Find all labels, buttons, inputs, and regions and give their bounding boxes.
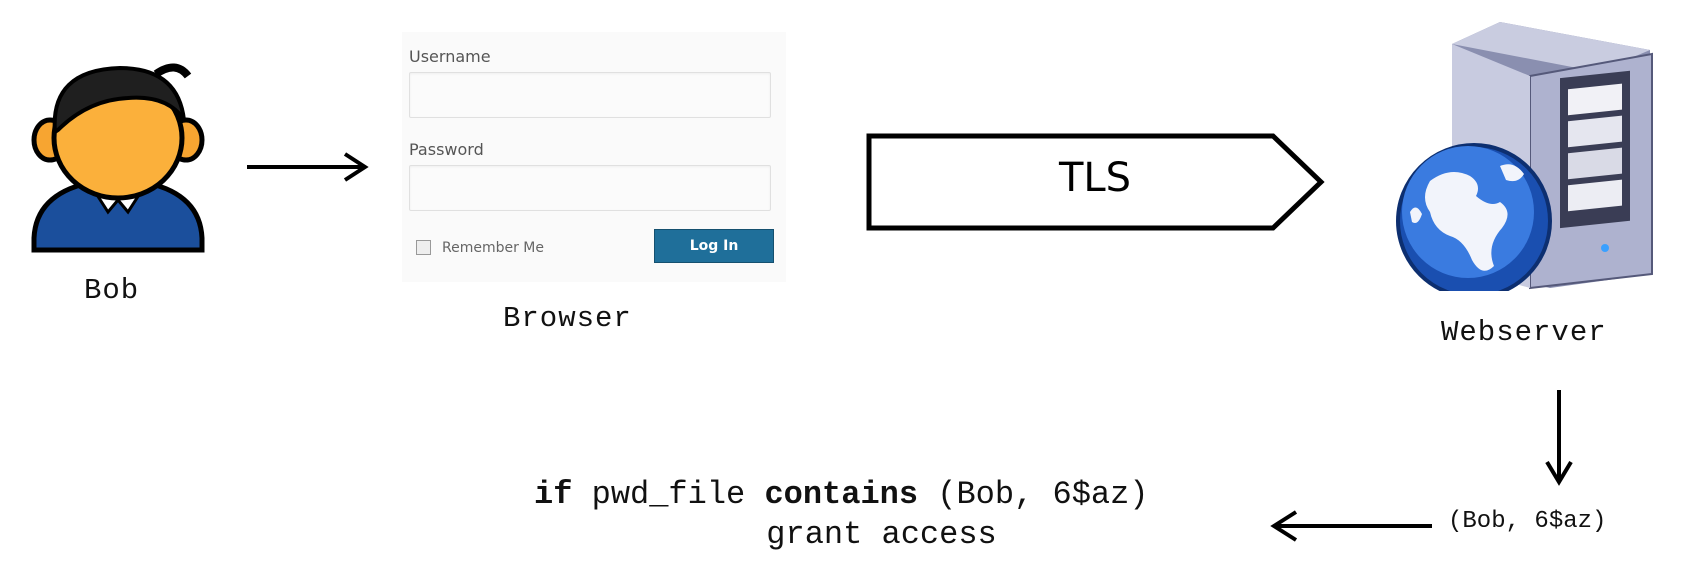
- username-field[interactable]: [409, 72, 771, 118]
- person-icon: [31, 63, 205, 253]
- code-pwd-file: pwd_file: [572, 476, 765, 513]
- code-condition: if pwd_file contains (Bob, 6$az): [534, 476, 1149, 513]
- login-form: Username Password Remember Me Log In: [402, 32, 786, 282]
- login-button[interactable]: Log In: [654, 229, 774, 263]
- arrow-left-icon: [1270, 510, 1432, 542]
- code-grant-access: grant access: [766, 516, 997, 553]
- keyword-if: if: [534, 476, 573, 513]
- keyword-contains: contains: [764, 476, 919, 513]
- remember-me-label: Remember Me: [442, 240, 544, 256]
- remember-me-checkbox[interactable]: [416, 240, 431, 255]
- arrow-right-icon: [247, 152, 369, 182]
- webserver-globe-icon: [1396, 22, 1653, 291]
- username-label: Username: [409, 47, 491, 66]
- tls-label: TLS: [1058, 155, 1132, 201]
- bob-label: Bob: [84, 274, 140, 307]
- code-args: (Bob, 6$az): [918, 476, 1149, 513]
- webserver-label: Webserver: [1441, 316, 1607, 349]
- credentials-tuple: (Bob, 6$az): [1448, 508, 1607, 535]
- password-field[interactable]: [409, 165, 771, 211]
- password-label: Password: [409, 140, 484, 159]
- arrow-down-icon: [1545, 390, 1573, 486]
- browser-label: Browser: [503, 302, 632, 335]
